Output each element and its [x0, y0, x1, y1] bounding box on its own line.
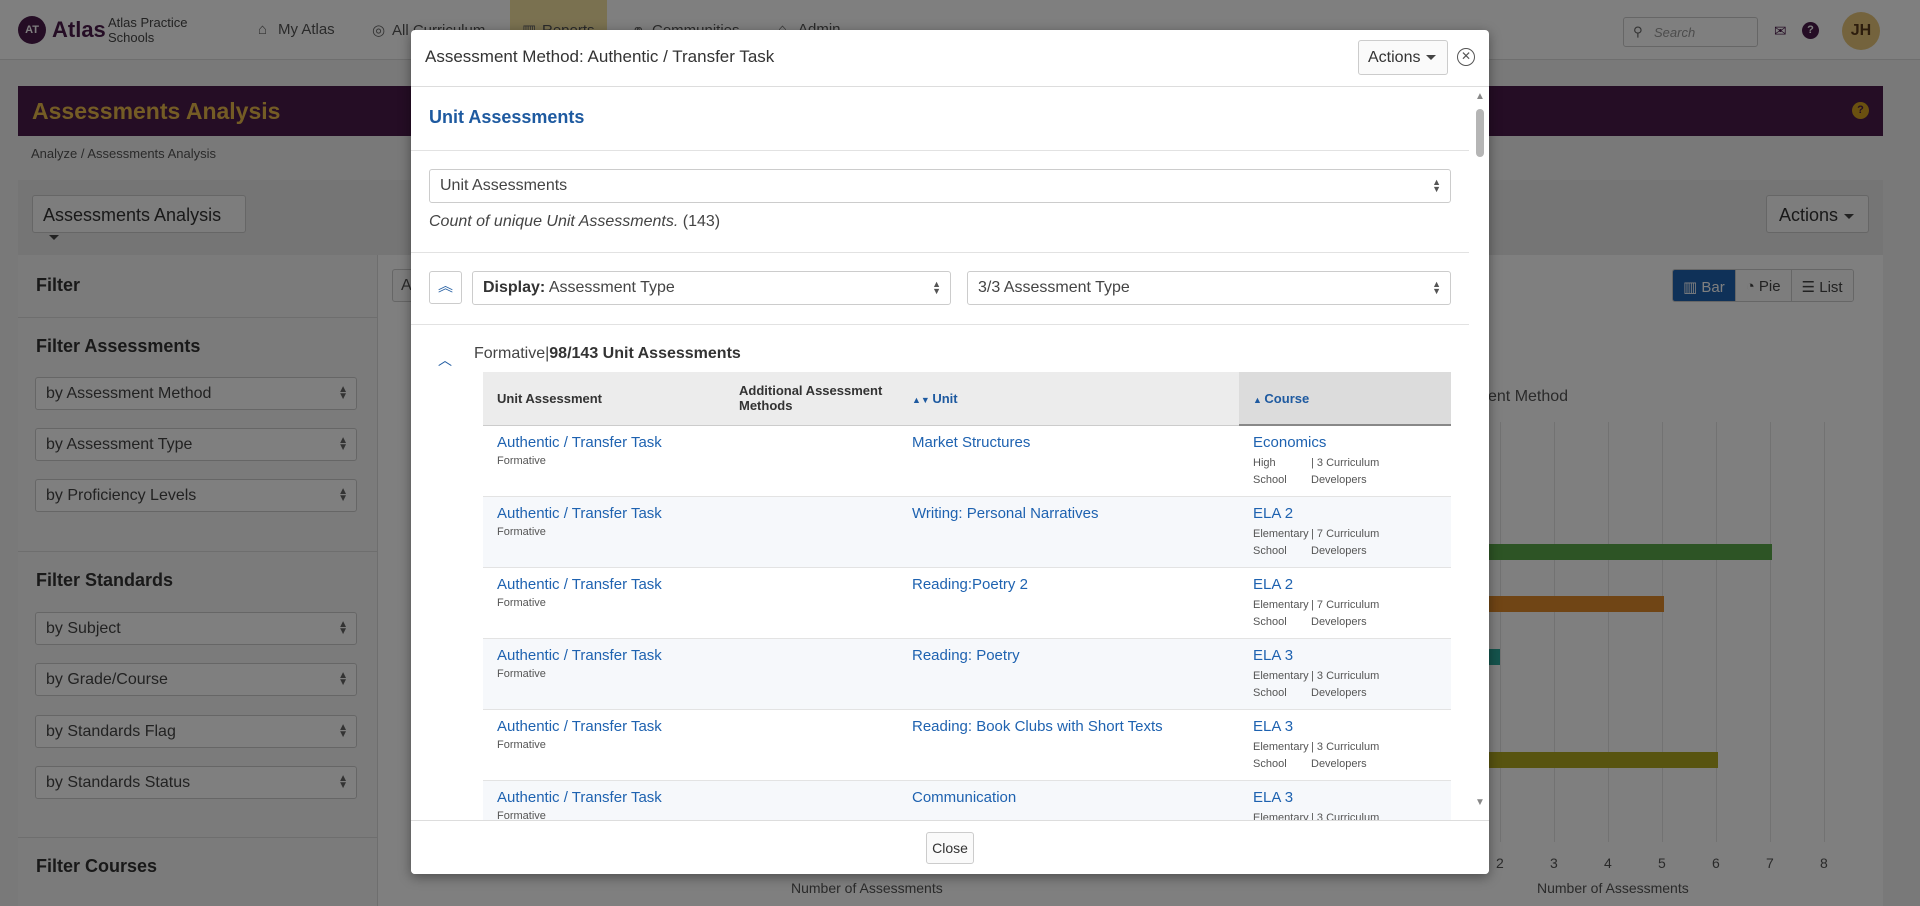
scroll-down-icon[interactable]: ▼	[1475, 797, 1485, 808]
chevron-up-icon[interactable]: ︿	[438, 350, 452, 370]
modal-title: Assessment Method: Authentic / Transfer …	[425, 47, 775, 66]
course-link[interactable]: ELA 3	[1253, 718, 1437, 735]
additional-methods-cell	[725, 567, 898, 639]
divider	[411, 324, 1469, 325]
sort-icon: ▲▼	[912, 394, 933, 405]
column-header-label: Unit	[932, 390, 958, 406]
count-label: Count of unique Unit Assessments.	[429, 213, 679, 230]
sort-arrows-icon: ▲▼	[1432, 279, 1441, 296]
assessment-link[interactable]: Authentic / Transfer Task	[497, 718, 711, 735]
additional-methods-cell	[725, 425, 898, 497]
assessment-link[interactable]: Authentic / Transfer Task	[497, 434, 711, 451]
developers-count: | 3 Curriculum Developers	[1311, 811, 1380, 821]
unit-link[interactable]: Writing: Personal Narratives	[912, 505, 1225, 522]
column-header-unit[interactable]: ▲▼ Unit	[898, 372, 1239, 426]
group-name: Formative	[474, 345, 546, 362]
assessment-type: Formative	[497, 454, 546, 467]
modal-actions-label: Actions	[1368, 49, 1421, 66]
assessment-scope-select[interactable]: Unit Assessments ▲ ▼	[429, 169, 1451, 203]
assessment-type: Formative	[497, 596, 546, 609]
school-label: High School	[1253, 457, 1287, 486]
count-value: (143)	[682, 213, 721, 230]
additional-methods-cell	[725, 709, 898, 781]
table-row: Authentic / Transfer Task Formative Readi…	[483, 638, 1451, 710]
collapse-all-button[interactable]: ︽	[429, 271, 462, 304]
developers-count: | 7 Curriculum Developers	[1311, 598, 1380, 628]
unit-link[interactable]: Reading: Book Clubs with Short Texts	[912, 718, 1225, 735]
table-row: Authentic / Transfer Task Formative Readi…	[483, 709, 1451, 781]
display-select[interactable]: Display: Assessment Type ▲ ▼	[472, 271, 951, 305]
unit-link[interactable]: Reading:Poetry 2	[912, 576, 1225, 593]
select-value: Unit Assessments	[440, 177, 568, 194]
assessment-type: Formative	[497, 809, 546, 821]
display-label: Display:	[483, 279, 546, 296]
chevron-down-icon	[1426, 55, 1437, 61]
sort-arrows-icon: ▲▼	[932, 279, 941, 296]
assessment-type-filter-select[interactable]: 3/3 Assessment Type ▲ ▼	[967, 271, 1451, 305]
sort-arrows-icon: ▲▼	[1432, 177, 1441, 194]
modal-scrollbar[interactable]: ▲ ▼	[1471, 87, 1489, 820]
close-icon[interactable]: ✕	[1457, 48, 1475, 66]
course-link[interactable]: ELA 2	[1253, 505, 1437, 522]
school-label: Elementary School	[1253, 740, 1309, 770]
modal-footer: Close	[411, 820, 1489, 874]
divider	[411, 150, 1469, 151]
assessment-link[interactable]: Authentic / Transfer Task	[497, 505, 711, 522]
developers-count: | 3 Curriculum Developers	[1311, 457, 1380, 486]
column-header-additional-methods: Additional Assessment Methods	[725, 372, 898, 426]
double-chevron-up-icon: ︽	[437, 278, 453, 295]
modal-header: Assessment Method: Authentic / Transfer …	[411, 30, 1489, 87]
assessment-type: Formative	[497, 738, 546, 751]
school-label: Elementary School	[1253, 527, 1309, 557]
group-count: 98/143 Unit Assessments	[549, 345, 741, 362]
developers-count: | 3 Curriculum Developers	[1311, 740, 1380, 770]
table-row: Authentic / Transfer Task Formative Readi…	[483, 567, 1451, 639]
assessment-link[interactable]: Authentic / Transfer Task	[497, 789, 711, 806]
count-summary: Count of unique Unit Assessments. (143)	[429, 213, 720, 231]
additional-methods-cell	[725, 638, 898, 710]
unit-assessments-table: Unit Assessment Additional Assessment Me…	[483, 372, 1451, 820]
scrollbar-thumb[interactable]	[1476, 109, 1484, 157]
unit-link[interactable]: Market Structures	[912, 434, 1225, 451]
school-label: Elementary School	[1253, 669, 1309, 699]
unit-link[interactable]: Reading: Poetry	[912, 647, 1225, 664]
table-header-row: Unit Assessment Additional Assessment Me…	[483, 372, 1451, 426]
group-header: Formative|98/143 Unit Assessments	[474, 345, 741, 362]
divider	[411, 252, 1469, 253]
course-link[interactable]: ELA 3	[1253, 647, 1437, 664]
assessment-method-modal: Assessment Method: Authentic / Transfer …	[411, 30, 1489, 874]
developers-count: | 7 Curriculum Developers	[1311, 527, 1380, 557]
section-title: Unit Assessments	[429, 107, 585, 127]
scroll-up-icon[interactable]: ▲	[1475, 91, 1485, 102]
course-link[interactable]: Economics	[1253, 434, 1437, 451]
developers-count: | 3 Curriculum Developers	[1311, 669, 1380, 699]
assessment-link[interactable]: Authentic / Transfer Task	[497, 647, 711, 664]
assessment-type: Formative	[497, 667, 546, 680]
additional-methods-cell	[725, 780, 898, 820]
select-value: 3/3 Assessment Type	[978, 279, 1130, 296]
table-row: Authentic / Transfer Task Formative Writi…	[483, 496, 1451, 568]
assessment-type: Formative	[497, 525, 546, 538]
school-label: Elementary School	[1253, 598, 1309, 628]
table-row: Authentic / Transfer Task Formative Marke…	[483, 425, 1451, 497]
column-header-course[interactable]: ▲ Course	[1239, 372, 1451, 426]
display-value: Assessment Type	[548, 279, 675, 296]
column-header-label: Course	[1264, 390, 1310, 406]
unit-link[interactable]: Communication	[912, 789, 1225, 806]
sort-ascending-icon: ▲	[1253, 394, 1265, 405]
additional-methods-cell	[725, 496, 898, 568]
course-link[interactable]: ELA 3	[1253, 789, 1437, 806]
modal-actions-button[interactable]: Actions	[1358, 40, 1448, 75]
table-row: Authentic / Transfer Task Formative Commu…	[483, 780, 1451, 820]
close-button[interactable]: Close	[926, 832, 974, 864]
modal-body: Unit Assessments Unit Assessments ▲ ▼ Coun…	[411, 87, 1489, 820]
course-link[interactable]: ELA 2	[1253, 576, 1437, 593]
assessment-link[interactable]: Authentic / Transfer Task	[497, 576, 711, 593]
column-header-unit-assessment: Unit Assessment	[483, 372, 725, 426]
school-label: Elementary School	[1253, 811, 1309, 821]
